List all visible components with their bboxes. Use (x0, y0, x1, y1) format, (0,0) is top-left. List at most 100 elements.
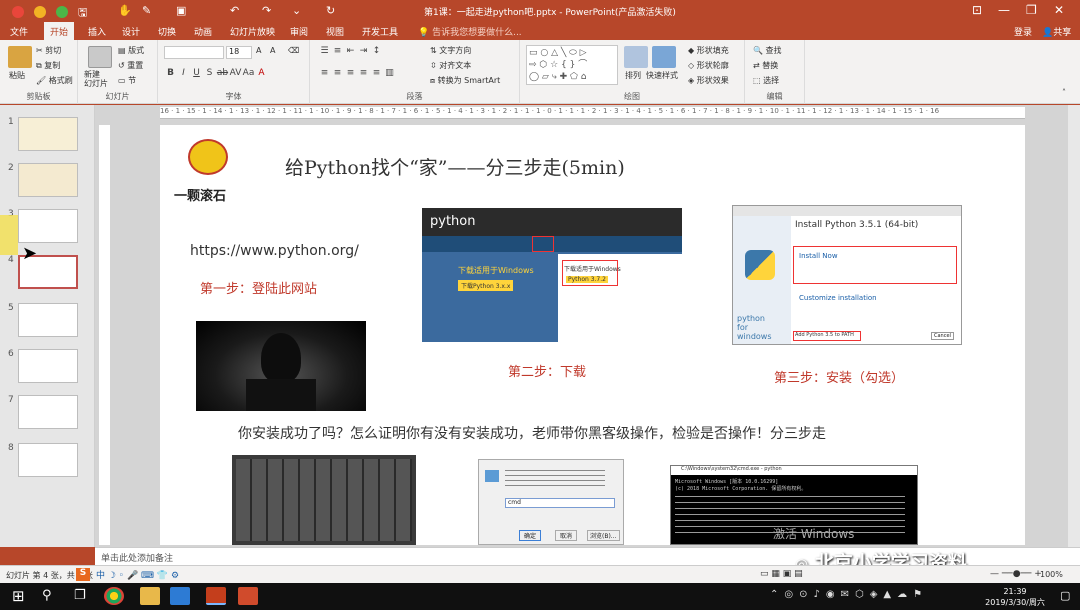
reset-button[interactable]: ↺ 重置 (118, 60, 143, 71)
ime-icon[interactable]: S (76, 568, 90, 581)
slide-thumbnail[interactable] (18, 163, 78, 197)
underline-icon[interactable]: U (190, 68, 203, 78)
quick-styles-icon[interactable] (652, 46, 676, 68)
justify-icon[interactable]: ≡ (357, 68, 370, 78)
tab-design[interactable]: 设计 (122, 25, 140, 38)
save-icon[interactable]: 🖫 (78, 4, 87, 23)
shapes-gallery[interactable]: ▭ ○ △ ╲ ⬭ ▷ ⇨ ⬡ ☆ { } ⌒ ◯ ▱ ⤷ ✚ ⬠ ⌂ (526, 45, 618, 85)
columns-icon[interactable]: ▥ (383, 68, 396, 78)
smartart-button[interactable]: ⧈ 转换为 SmartArt (430, 75, 500, 86)
view-buttons[interactable]: ▭ ▦ ▣ ▤ (760, 569, 803, 579)
close-window-icon[interactable]: ✕ (1054, 3, 1064, 17)
tab-developer[interactable]: 开发工具 (362, 25, 398, 38)
keyboard-image[interactable] (232, 455, 416, 545)
tab-file[interactable]: 文件 (10, 25, 28, 38)
align-text-button[interactable]: ⇳ 对齐文本 (430, 60, 471, 71)
question-text[interactable]: 你安装成功了吗？怎么证明你有没有安装成功，老师带你黑客级操作，检验是否操作！分三… (238, 423, 826, 443)
file-explorer-icon[interactable] (140, 587, 160, 605)
python-site-image[interactable]: python 下载适用于Windows 下载Python 3.x.x 下载适用于… (422, 208, 682, 342)
distribute-icon[interactable]: ≡ (370, 68, 383, 78)
shrink-font-icon[interactable]: A (270, 46, 275, 55)
redo-icon[interactable]: ↷ (262, 4, 271, 17)
bullets-icon[interactable]: ☰ (318, 46, 331, 56)
shape-fill-button[interactable]: ◆ 形状填充 (688, 45, 729, 56)
minimize-dot-icon[interactable] (34, 6, 46, 18)
zoom-slider[interactable]: — ──●── + (990, 569, 1042, 579)
tab-home[interactable]: 开始 (44, 22, 75, 40)
slide-thumbnail[interactable] (18, 209, 78, 243)
tab-review[interactable]: 审阅 (290, 25, 308, 38)
bold-icon[interactable]: B (164, 68, 177, 78)
draw-icon[interactable]: ✎ (142, 4, 151, 17)
tab-slideshow[interactable]: 幻灯片放映 (230, 25, 275, 38)
paste-icon[interactable] (8, 46, 32, 68)
slide-thumbnail[interactable] (18, 349, 78, 383)
ribbon-display-icon[interactable]: ⊡ (972, 3, 982, 17)
tab-insert[interactable]: 插入 (88, 25, 106, 38)
step-one-text[interactable]: 第一步：登陆此网站 (200, 278, 317, 297)
step-two-text[interactable]: 第二步：下载 (508, 361, 586, 380)
slide-thumbnail[interactable] (18, 303, 78, 337)
cut-button[interactable]: ✂ 剪切 (36, 45, 61, 56)
undo-icon[interactable]: ↶ (230, 4, 239, 17)
decrease-indent-icon[interactable]: ⇤ (344, 46, 357, 56)
italic-icon[interactable]: I (177, 68, 190, 78)
start-slideshow-icon[interactable]: ▣ (176, 4, 186, 17)
section-button[interactable]: ▭ 节 (118, 75, 136, 86)
text-direction-button[interactable]: ⇅ 文字方向 (430, 45, 471, 56)
select-button[interactable]: ⬚ 选择 (753, 75, 779, 86)
vertical-scrollbar[interactable] (1068, 105, 1080, 547)
layout-button[interactable]: ▤ 版式 (118, 45, 144, 56)
slide-title[interactable]: 给Python找个“家”——分三步走(5min) (285, 153, 625, 180)
spacing-icon[interactable]: AV (229, 68, 242, 78)
hacker-image[interactable] (196, 321, 366, 411)
maximize-dot-icon[interactable] (56, 6, 68, 18)
restore-window-icon[interactable]: ❐ (1026, 3, 1037, 17)
step-three-text[interactable]: 第三步：安装（勾选） (774, 367, 904, 386)
line-spacing-icon[interactable]: ↕ (370, 46, 383, 56)
python-url[interactable]: https://www.python.org/ (190, 243, 359, 259)
find-button[interactable]: 🔍 查找 (753, 45, 782, 56)
align-right-icon[interactable]: ≡ (344, 68, 357, 78)
slide-thumbnail[interactable] (18, 395, 78, 429)
new-slide-button[interactable]: 新建 幻灯片 (84, 70, 108, 88)
align-left-icon[interactable]: ≡ (318, 68, 331, 78)
case-icon[interactable]: Aa (242, 68, 255, 78)
font-size-select[interactable]: 18 (226, 46, 252, 59)
arrange-button[interactable]: 排列 (625, 70, 641, 81)
minimize-window-icon[interactable]: — (998, 3, 1010, 17)
app-icon[interactable] (170, 587, 190, 605)
format-painter-button[interactable]: 🖌 格式刷 (36, 75, 73, 86)
login-link[interactable]: 登录 (1014, 25, 1032, 38)
chrome-icon[interactable] (104, 587, 124, 605)
font-family-select[interactable] (164, 46, 224, 59)
windows-start-icon[interactable]: ⊞ (12, 587, 25, 605)
shadow-icon[interactable]: S (203, 68, 216, 78)
collapse-ribbon-icon[interactable]: ˄ (1062, 88, 1066, 97)
grow-font-icon[interactable]: A (256, 46, 261, 55)
run-dialog-image[interactable]: cmd 确定 取消 浏览(B)... (478, 459, 624, 545)
font-color-icon[interactable]: A (255, 68, 268, 78)
shape-effects-button[interactable]: ◈ 形状效果 (688, 75, 729, 86)
tell-me-search[interactable]: 💡 告诉我您想要做什么... (418, 25, 522, 38)
numbering-icon[interactable]: ≡ (331, 46, 344, 56)
system-tray-icons[interactable]: ⌃◎⊙♪◉✉⬡◈▲☁⚑ (770, 589, 928, 600)
increase-indent-icon[interactable]: ⇥ (357, 46, 370, 56)
close-dot-icon[interactable] (12, 6, 24, 18)
share-button[interactable]: 👤共享 (1042, 25, 1071, 38)
quick-styles-button[interactable]: 快速样式 (646, 70, 678, 81)
new-slide-icon[interactable] (88, 46, 112, 68)
align-center-icon[interactable]: ≡ (331, 68, 344, 78)
clear-format-icon[interactable]: ⌫ (288, 46, 299, 55)
copy-button[interactable]: ⧉ 复制 (36, 60, 60, 71)
slide-thumbnail[interactable] (18, 117, 78, 151)
taskbar-clock[interactable]: 21:39 2019/3/30/周六 (985, 586, 1045, 608)
zoom-level[interactable]: 100% (1040, 570, 1063, 579)
shape-outline-button[interactable]: ◇ 形状轮廓 (688, 60, 729, 71)
customize-qat-icon[interactable]: ⌄ (292, 4, 301, 17)
tab-transitions[interactable]: 切换 (158, 25, 176, 38)
slide-thumbnail[interactable] (18, 443, 78, 477)
search-icon[interactable]: ⚲ (42, 588, 52, 603)
notification-icon[interactable]: ▢ (1060, 589, 1070, 602)
paste-button[interactable]: 粘贴 (9, 70, 25, 81)
